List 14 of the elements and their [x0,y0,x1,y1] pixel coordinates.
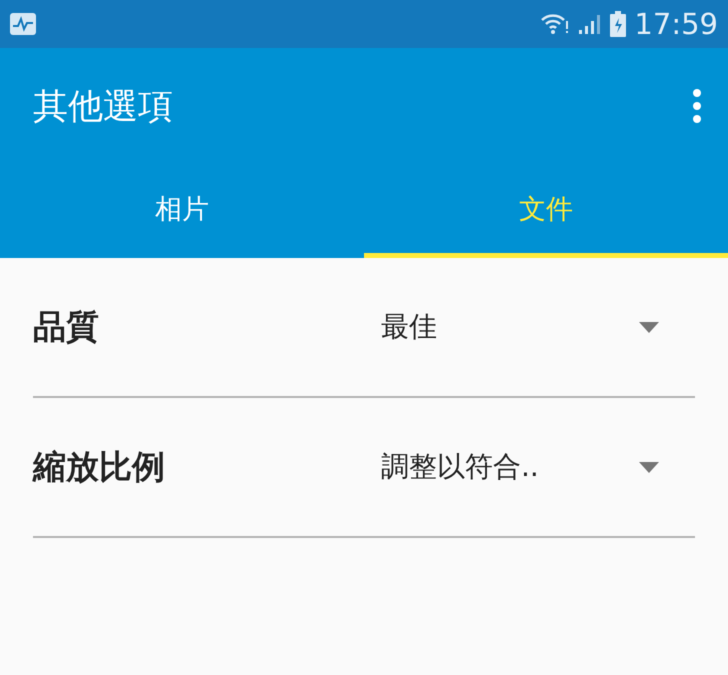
dropdown[interactable]: 調整以符合.. [381,448,695,486]
battery-icon [610,11,626,37]
more-options-icon[interactable] [692,89,702,123]
dropdown[interactable]: 最佳 [381,308,695,346]
setting-label: 縮放比例 [33,446,166,488]
tab[interactable]: 相片 [0,164,364,258]
activity-icon [10,13,36,35]
caret-icon [639,462,659,472]
screen-title: 其他選項 [33,86,174,128]
setting-label: 品質 [33,306,100,348]
clock-time: 17:59 [634,7,718,41]
wifi-icon [540,13,570,35]
signal-icon [578,13,602,35]
caret-icon [639,322,659,332]
